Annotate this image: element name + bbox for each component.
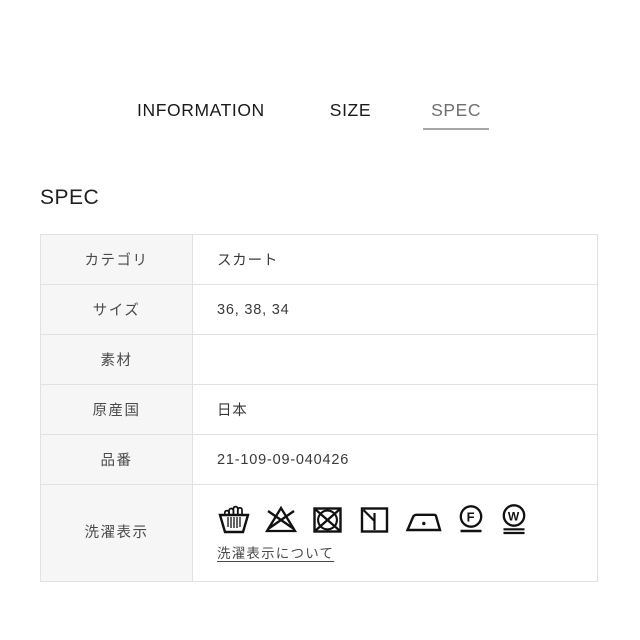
do-not-tumble-dry-icon: [311, 503, 345, 535]
spec-row-label: 原産国: [40, 384, 193, 435]
table-row: 素材: [40, 334, 598, 385]
wet-clean-very-mild-icon: W: [499, 503, 529, 535]
spec-row-value: [192, 334, 598, 385]
spec-row-value: 日本: [192, 384, 598, 435]
spec-row-value: スカート: [192, 234, 598, 285]
hand-wash-icon: [217, 503, 251, 535]
tab-size[interactable]: SIZE: [330, 100, 371, 130]
spec-row-label: サイズ: [40, 284, 193, 335]
tab-information-label: INFORMATION: [137, 100, 265, 120]
tab-size-label: SIZE: [329, 100, 372, 120]
care-row-value: F W 洗濯表示について: [192, 484, 598, 582]
table-row: カテゴリ スカート: [40, 234, 598, 285]
tab-spec-label: SPEC: [431, 100, 482, 120]
spec-row-label: カテゴリ: [40, 234, 193, 285]
table-row-care-labels: 洗濯表示 F W 洗濯表示について: [40, 484, 598, 582]
spec-row-label: 品番: [40, 434, 193, 485]
spec-table-body: カテゴリ スカート サイズ 36, 38, 34 素材 原産国 日本 品番 21…: [40, 234, 598, 582]
spec-row-value: 21-109-09-040426: [192, 434, 598, 485]
dryclean-petroleum-icon: F: [456, 503, 486, 535]
spec-row-label: 素材: [40, 334, 193, 385]
care-instructions-link[interactable]: 洗濯表示について: [217, 545, 334, 563]
page-title: SPEC: [40, 186, 100, 209]
product-detail-tabs: INFORMATION SIZE SPEC: [40, 100, 600, 140]
care-row-label: 洗濯表示: [40, 484, 193, 582]
table-row: 品番 21-109-09-040426: [40, 434, 598, 485]
tab-spec[interactable]: SPEC: [423, 100, 490, 130]
care-symbol-list: F W: [217, 501, 597, 535]
table-row: 原産国 日本: [40, 384, 598, 435]
drip-dry-in-shade-icon: [358, 503, 392, 535]
iron-low-heat-icon: [405, 503, 443, 535]
tab-information[interactable]: INFORMATION: [137, 100, 265, 130]
spec-row-value: 36, 38, 34: [192, 284, 598, 335]
table-row: サイズ 36, 38, 34: [40, 284, 598, 335]
svg-text:W: W: [508, 510, 520, 524]
do-not-bleach-icon: [264, 503, 298, 535]
svg-text:F: F: [467, 510, 476, 525]
spec-table: カテゴリ スカート サイズ 36, 38, 34 素材 原産国 日本 品番 21…: [40, 234, 598, 582]
